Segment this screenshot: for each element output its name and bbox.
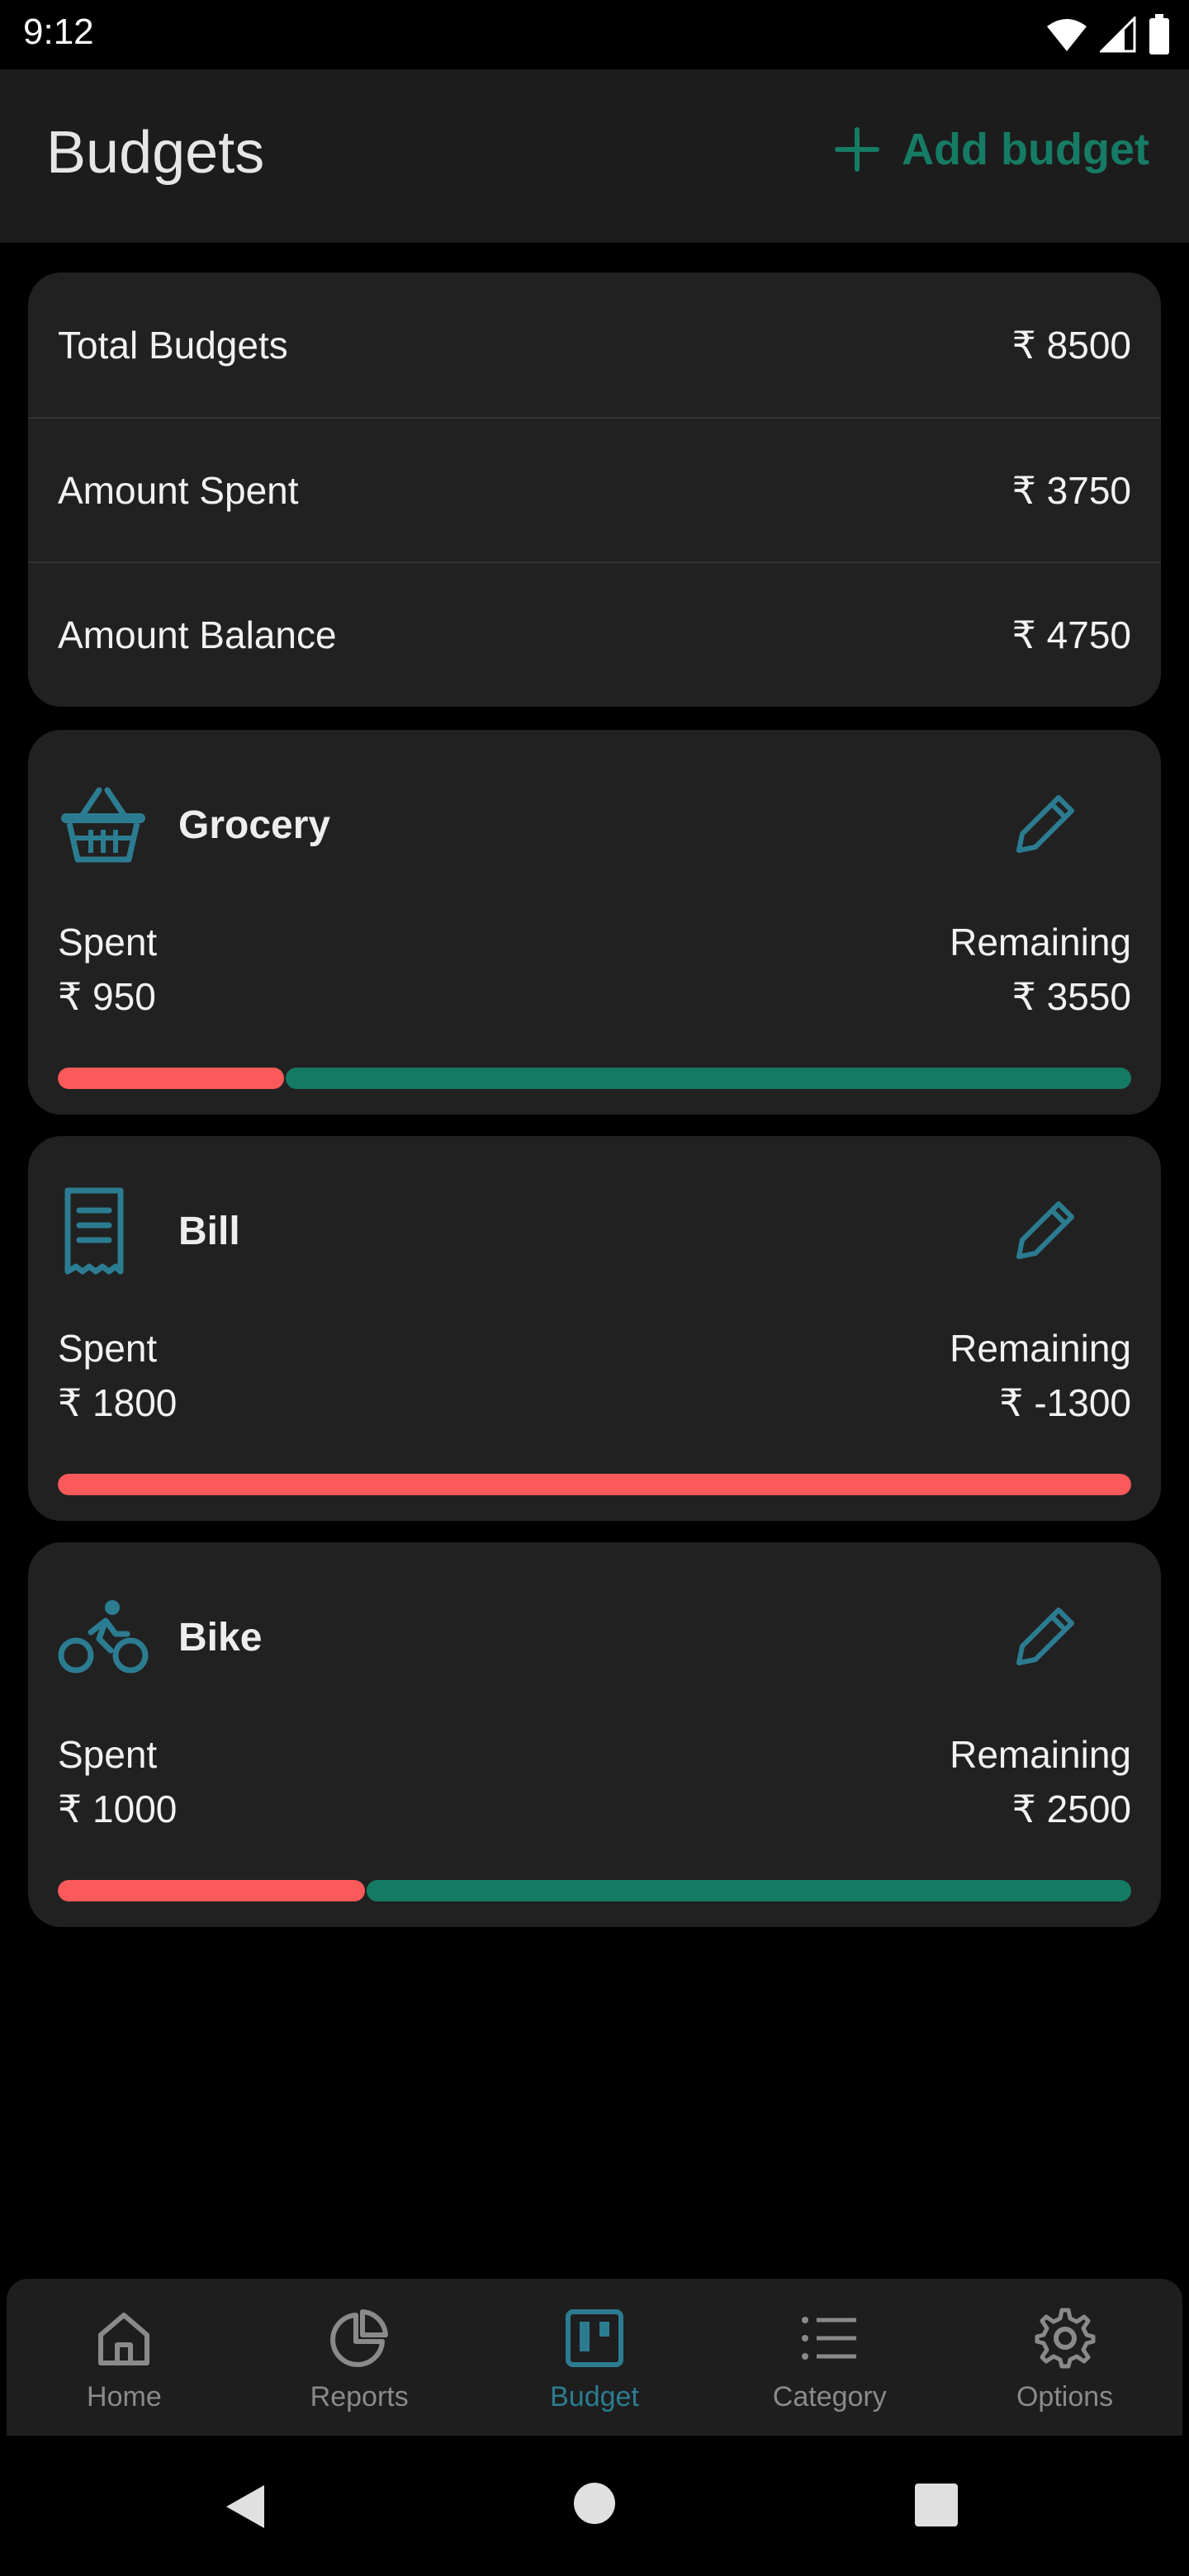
remaining-value: ₹ 2500 (1011, 1788, 1131, 1830)
budget-card-header: Grocery (58, 779, 1131, 870)
system-nav-bar (0, 2436, 1189, 2576)
budget-card-header: Bill (58, 1186, 1131, 1276)
remaining-label: Remaining (950, 1733, 1131, 1776)
budget-name: Bike (178, 1615, 263, 1660)
basket-icon (58, 779, 149, 870)
summary-value: ₹ 4750 (1011, 613, 1131, 656)
signal-icon (1100, 17, 1136, 53)
status-time: 9:12 (23, 12, 94, 52)
wifi-icon (1047, 19, 1087, 51)
edit-budget-button[interactable] (1007, 1194, 1082, 1268)
nav-item-reports[interactable]: Reports (242, 2279, 477, 2436)
budget-card-bike[interactable]: Bike Spent ₹ 1000 Remaining ₹ 2500 (28, 1542, 1161, 1927)
receipt-icon (58, 1186, 149, 1276)
budget-card-bill[interactable]: Bill Spent ₹ 1800 Remaining ₹ -1300 (28, 1136, 1161, 1521)
pencil-icon (1016, 1201, 1074, 1259)
nav-label: Reports (310, 2381, 409, 2413)
app-bar: Budgets Add budget (0, 69, 1189, 243)
spent-value: ₹ 1800 (58, 1381, 178, 1424)
summary-row-balance: Amount Balance ₹ 4750 (28, 561, 1161, 706)
summary-value: ₹ 3750 (1011, 468, 1131, 512)
progress-remaining (286, 1068, 1131, 1089)
progress-spent (58, 1474, 1131, 1495)
budget-name: Grocery (178, 803, 331, 847)
summary-label: Amount Balance (58, 613, 337, 656)
summary-card: Total Budgets ₹ 8500 Amount Spent ₹ 3750… (28, 272, 1161, 707)
list-icon (801, 2317, 856, 2360)
nav-item-options[interactable]: Options (947, 2279, 1182, 2436)
spent-remaining-row: Spent ₹ 950 Remaining ₹ 3550 (58, 915, 1131, 1024)
remaining-value: ₹ 3550 (1011, 975, 1131, 1018)
progress-spent (58, 1068, 285, 1089)
budget-progress-bar (58, 1880, 1131, 1901)
budget-progress-bar (58, 1068, 1131, 1089)
pencil-icon (1016, 795, 1074, 853)
budget-name: Bill (178, 1209, 240, 1253)
summary-label: Total Budgets (58, 323, 288, 367)
spent-remaining-row: Spent ₹ 1000 Remaining ₹ 2500 (58, 1727, 1131, 1836)
nav-item-category[interactable]: Category (712, 2279, 947, 2436)
nav-label: Budget (550, 2381, 639, 2413)
add-budget-button[interactable]: Add budget (834, 124, 1149, 175)
recents-icon[interactable] (915, 2484, 958, 2526)
spent-value: ₹ 1000 (58, 1788, 178, 1830)
budget-board-icon (565, 2309, 623, 2367)
budget-card-header: Bike (58, 1592, 1131, 1683)
budget-card-grocery[interactable]: Grocery Spent ₹ 950 Remaining ₹ 3550 (28, 730, 1161, 1115)
remaining-value: ₹ -1300 (999, 1381, 1131, 1424)
back-icon[interactable] (221, 2482, 271, 2531)
edit-budget-button[interactable] (1007, 1600, 1082, 1674)
remaining-label: Remaining (950, 1327, 1131, 1370)
battery-icon (1149, 14, 1169, 54)
add-budget-label: Add budget (902, 125, 1149, 174)
status-bar: 9:12 (0, 0, 1189, 69)
bottom-nav: Home Reports Budget Category Options (7, 2279, 1182, 2436)
spent-label: Spent (58, 921, 158, 964)
nav-item-home[interactable]: Home (7, 2279, 242, 2436)
summary-row-total: Total Budgets ₹ 8500 (28, 272, 1161, 417)
progress-remaining (366, 1880, 1131, 1901)
plus-icon (835, 127, 880, 172)
pencil-icon (1016, 1608, 1074, 1665)
edit-budget-button[interactable] (1007, 788, 1082, 862)
nav-label: Options (1016, 2381, 1114, 2413)
summary-value: ₹ 8500 (1011, 323, 1131, 367)
spent-remaining-row: Spent ₹ 1800 Remaining ₹ -1300 (58, 1321, 1131, 1430)
page-title: Budgets (46, 120, 265, 186)
status-icons (1045, 13, 1171, 56)
progress-spent (58, 1880, 365, 1901)
home-circle-icon[interactable] (573, 2482, 616, 2525)
spent-value: ₹ 950 (58, 975, 156, 1018)
summary-label: Amount Spent (58, 468, 299, 512)
pie-chart-icon (330, 2309, 389, 2367)
summary-row-spent: Amount Spent ₹ 3750 (28, 417, 1161, 561)
nav-label: Home (87, 2381, 162, 2413)
spent-label: Spent (58, 1327, 158, 1370)
nav-label: Category (772, 2381, 887, 2413)
spent-label: Spent (58, 1733, 158, 1776)
bicycle-icon (58, 1592, 149, 1683)
gear-icon (1035, 2308, 1096, 2369)
budget-progress-bar (58, 1474, 1131, 1495)
nav-item-budget[interactable]: Budget (477, 2279, 713, 2436)
home-icon (98, 2313, 150, 2365)
remaining-label: Remaining (950, 921, 1131, 964)
